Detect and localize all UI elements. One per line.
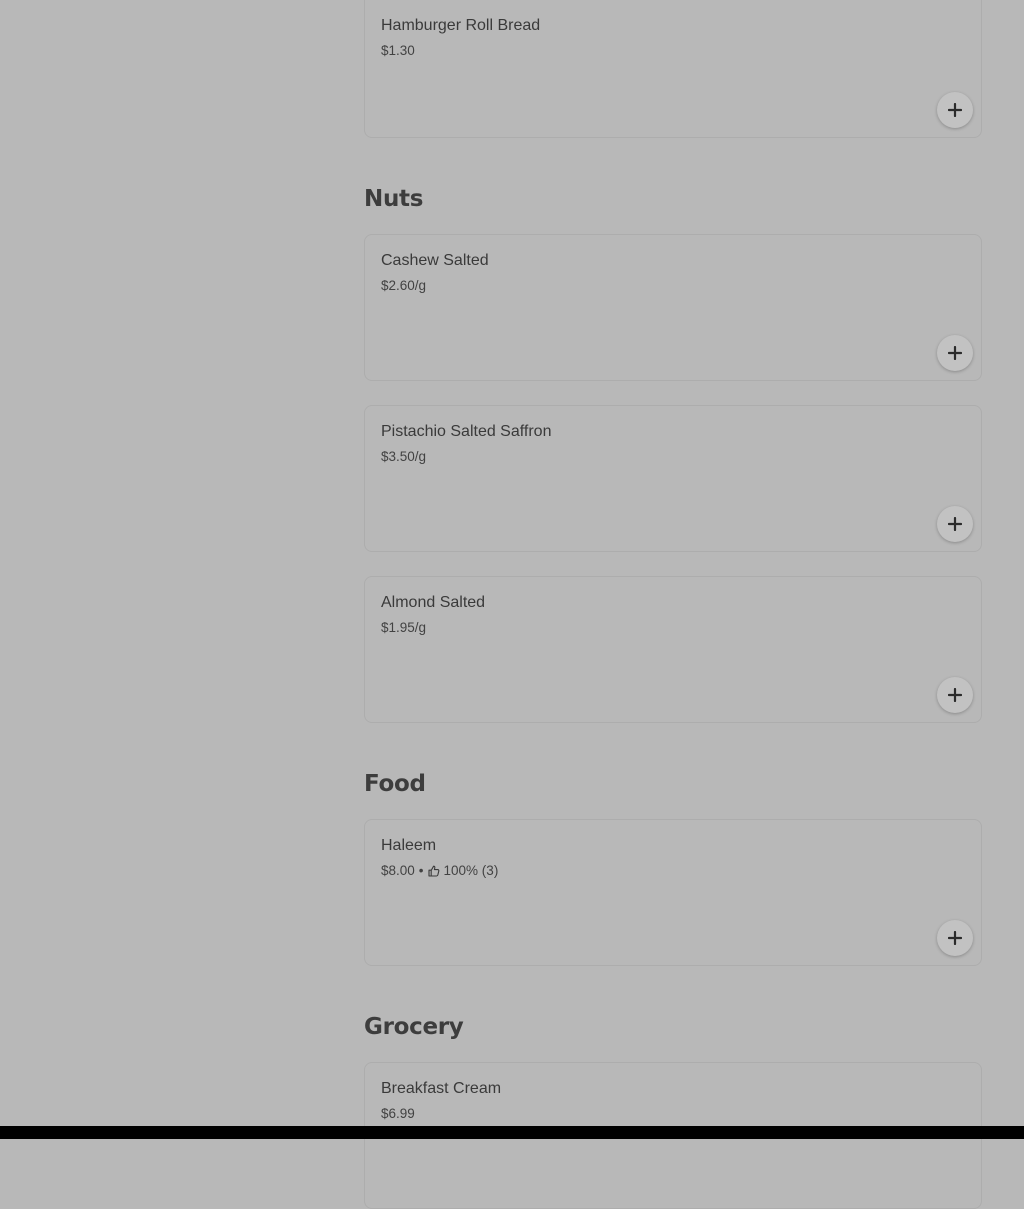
menu-item-card-hamburger-roll-bread[interactable]: Hamburger Roll Bread $1.30: [364, 0, 982, 138]
item-price-value: $2.60/g: [381, 278, 427, 293]
item-name: Pistachio Salted Saffron: [381, 423, 552, 440]
item-price-value: $3.50/g: [381, 449, 427, 464]
item-name: Breakfast Cream: [381, 1080, 502, 1097]
item-rating: 100% (3): [443, 863, 499, 878]
plus-icon: [948, 103, 962, 117]
plus-icon: [948, 517, 962, 531]
menu-item-card-haleem[interactable]: Haleem $8.00 • 100% (3): [364, 819, 982, 966]
plus-icon: [948, 688, 962, 702]
item-price-value: $8.00: [381, 863, 415, 878]
item-price: $2.60/g: [381, 278, 426, 293]
item-name: Hamburger Roll Bread: [381, 17, 541, 34]
menu-item-card-cashew-salted[interactable]: Cashew Salted $2.60/g: [364, 234, 982, 381]
item-price-value: $1.95/g: [381, 620, 427, 635]
price-rating-separator: •: [418, 863, 424, 878]
menu-item-card-almond-salted[interactable]: Almond Salted $1.95/g: [364, 576, 982, 723]
thumbs-up-icon: [427, 865, 439, 877]
add-to-cart-button[interactable]: [937, 92, 973, 128]
item-name: Haleem: [381, 837, 437, 854]
item-price: $6.99: [381, 1106, 415, 1121]
section-title-nuts: Nuts: [364, 186, 424, 212]
section-title-grocery: Grocery: [364, 1014, 464, 1040]
item-price: $3.50/g: [381, 449, 426, 464]
section-title-food: Food: [364, 771, 426, 797]
plus-icon: [948, 346, 962, 360]
item-name: Cashew Salted: [381, 252, 489, 269]
plus-icon: [948, 931, 962, 945]
add-to-cart-button[interactable]: [937, 506, 973, 542]
item-price: $1.95/g: [381, 620, 426, 635]
add-to-cart-button[interactable]: [937, 920, 973, 956]
item-price: $8.00 • 100% (3): [381, 863, 498, 878]
item-name: Almond Salted: [381, 594, 486, 611]
menu-item-card-pistachio-salted-saffron[interactable]: Pistachio Salted Saffron $3.50/g: [364, 405, 982, 552]
bottom-edge-bar: [0, 1126, 1024, 1139]
add-to-cart-button[interactable]: [937, 677, 973, 713]
item-price-value: $6.99: [381, 1106, 415, 1121]
item-price: $1.30: [381, 43, 415, 58]
add-to-cart-button[interactable]: [937, 335, 973, 371]
item-price-value: $1.30: [381, 43, 415, 58]
